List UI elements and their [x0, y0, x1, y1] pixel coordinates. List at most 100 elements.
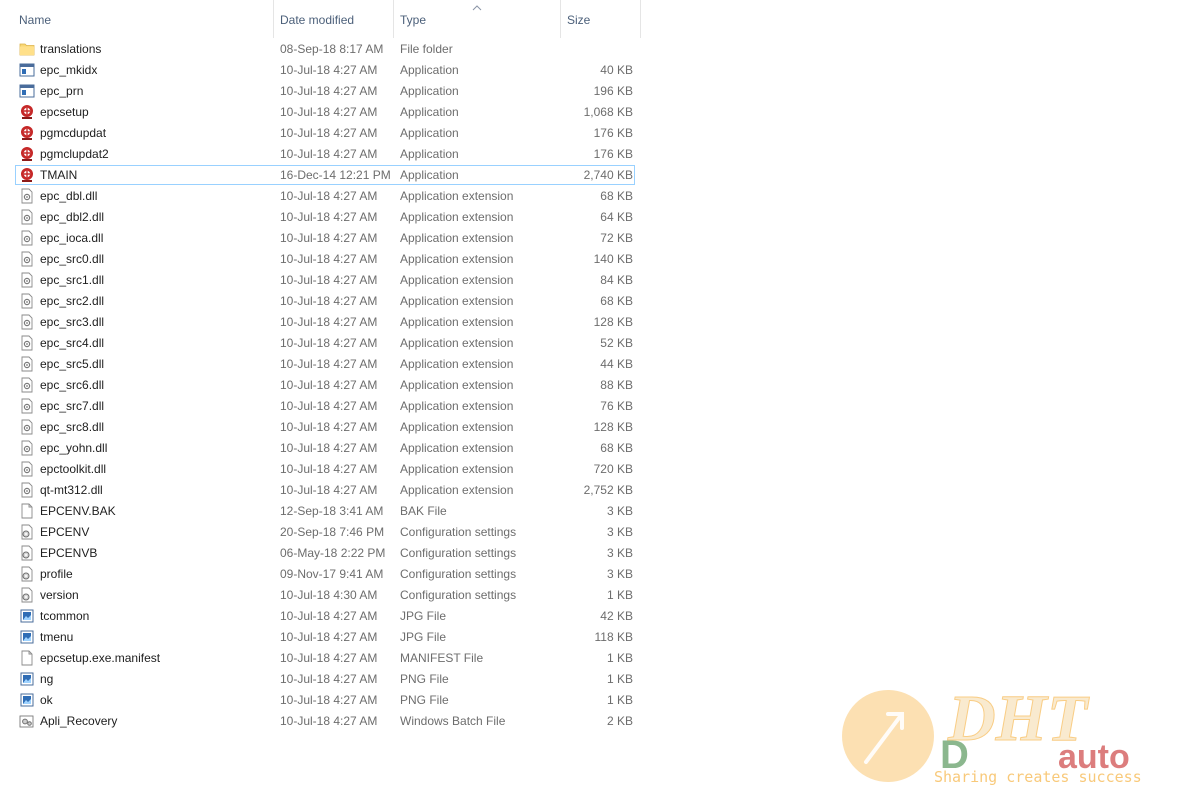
red-app-icon: [19, 123, 37, 144]
file-row[interactable]: Apli_Recovery 10-Jul-18 4:27 AM Windows Ba…: [0, 711, 641, 732]
file-date-modified: 06-May-18 2:22 PM: [280, 546, 386, 560]
config-file-icon: [19, 564, 37, 585]
app-window-icon: [19, 60, 37, 81]
file-type: Application: [400, 168, 459, 182]
file-type: Application extension: [400, 462, 514, 476]
file-row[interactable]: TMAIN 16-Dec-14 12:21 PM Application 2,740 …: [0, 165, 641, 186]
file-row[interactable]: epctoolkit.dll 10-Jul-18 4:27 AM Applicati…: [0, 459, 641, 480]
config-file-icon: [19, 585, 37, 606]
file-row[interactable]: epc_dbl2.dll 10-Jul-18 4:27 AM Application…: [0, 207, 641, 228]
column-header-size[interactable]: Size: [561, 0, 641, 38]
file-name: epc_src0.dll: [40, 252, 105, 266]
dll-icon: [19, 333, 37, 354]
file-row[interactable]: profile 09-Nov-17 9:41 AM Configuration se…: [0, 564, 641, 585]
dll-icon: [19, 312, 37, 333]
file-date-modified: 09-Nov-17 9:41 AM: [280, 567, 384, 581]
dll-icon: [19, 396, 37, 417]
file-row[interactable]: epc_yohn.dll 10-Jul-18 4:27 AM Application…: [0, 438, 641, 459]
file-row[interactable]: EPCENV.BAK 12-Sep-18 3:41 AM BAK File 3 KB: [0, 501, 641, 522]
file-row[interactable]: version 10-Jul-18 4:30 AM Configuration se…: [0, 585, 641, 606]
column-header-date-modified[interactable]: Date modified: [274, 0, 394, 38]
file-size: 68 KB: [600, 189, 633, 203]
file-date-modified: 10-Jul-18 4:30 AM: [280, 588, 378, 602]
dll-icon: [19, 480, 37, 501]
file-row[interactable]: epc_mkidx 10-Jul-18 4:27 AM Application 40 …: [0, 60, 641, 81]
file-type: Application extension: [400, 294, 514, 308]
file-date-modified: 10-Jul-18 4:27 AM: [280, 399, 378, 413]
file-row[interactable]: tmenu 10-Jul-18 4:27 AM JPG File 118 KB: [0, 627, 641, 648]
file-name: epcsetup.exe.manifest: [40, 651, 161, 665]
file-name: TMAIN: [40, 168, 78, 182]
file-type: Application extension: [400, 231, 514, 245]
file-row[interactable]: EPCENVB 06-May-18 2:22 PM Configuration se…: [0, 543, 641, 564]
file-date-modified: 10-Jul-18 4:27 AM: [280, 378, 378, 392]
file-row[interactable]: epc_src5.dll 10-Jul-18 4:27 AM Application…: [0, 354, 641, 375]
file-row[interactable]: epc_src2.dll 10-Jul-18 4:27 AM Application…: [0, 291, 641, 312]
file-size: 3 KB: [606, 504, 633, 518]
file-date-modified: 10-Jul-18 4:27 AM: [280, 210, 378, 224]
file-size: 3 KB: [606, 546, 633, 560]
file-date-modified: 10-Jul-18 4:27 AM: [280, 126, 378, 140]
file-name: Apli_Recovery: [40, 714, 118, 728]
column-header-name[interactable]: Name: [13, 0, 274, 38]
dll-icon: [19, 438, 37, 459]
file-row[interactable]: epc_src4.dll 10-Jul-18 4:27 AM Application…: [0, 333, 641, 354]
column-header-row: Name Date modified Type Size: [0, 0, 641, 38]
file-row[interactable]: epc_src7.dll 10-Jul-18 4:27 AM Application…: [0, 396, 641, 417]
file-row[interactable]: ng 10-Jul-18 4:27 AM PNG File 1 KB: [0, 669, 641, 690]
file-row[interactable]: epc_src0.dll 10-Jul-18 4:27 AM Application…: [0, 249, 641, 270]
sort-ascending-icon: [472, 5, 482, 11]
file-row[interactable]: pgmclupdat2 10-Jul-18 4:27 AM Application 1…: [0, 144, 641, 165]
file-date-modified: 10-Jul-18 4:27 AM: [280, 336, 378, 350]
file-size: 720 KB: [593, 462, 633, 476]
file-row[interactable]: epcsetup.exe.manifest 10-Jul-18 4:27 AM MA…: [0, 648, 641, 669]
file-row[interactable]: epc_src1.dll 10-Jul-18 4:27 AM Application…: [0, 270, 641, 291]
app-window-icon: [19, 81, 37, 102]
file-size: 1 KB: [606, 693, 633, 707]
file-type: Configuration settings: [400, 546, 517, 560]
file-row[interactable]: tcommon 10-Jul-18 4:27 AM JPG File 42 KB: [0, 606, 641, 627]
file-row[interactable]: translations 08-Sep-18 8:17 AM File folder: [0, 39, 641, 60]
file-type: JPG File: [400, 609, 447, 623]
file-date-modified: 10-Jul-18 4:27 AM: [280, 357, 378, 371]
file-row[interactable]: epc_ioca.dll 10-Jul-18 4:27 AM Application…: [0, 228, 641, 249]
file-name: epctoolkit.dll: [40, 462, 107, 476]
file-size: 72 KB: [600, 231, 633, 245]
file-row[interactable]: epc_prn 10-Jul-18 4:27 AM Application 196 K…: [0, 81, 641, 102]
file-row[interactable]: epc_src8.dll 10-Jul-18 4:27 AM Application…: [0, 417, 641, 438]
file-size: 84 KB: [600, 273, 633, 287]
file-name: epc_dbl.dll: [40, 189, 98, 203]
file-type: Application: [400, 126, 459, 140]
file-row[interactable]: epc_src6.dll 10-Jul-18 4:27 AM Application…: [0, 375, 641, 396]
file-size: 68 KB: [600, 294, 633, 308]
file-date-modified: 10-Jul-18 4:27 AM: [280, 483, 378, 497]
file-name: epc_src2.dll: [40, 294, 105, 308]
file-name: translations: [40, 42, 102, 56]
file-row[interactable]: EPCENV 20-Sep-18 7:46 PM Configuration set…: [0, 522, 641, 543]
file-row[interactable]: epc_src3.dll 10-Jul-18 4:27 AM Application…: [0, 312, 641, 333]
file-size: 40 KB: [600, 63, 633, 77]
dll-icon: [19, 207, 37, 228]
file-size: 176 KB: [593, 126, 633, 140]
file-row[interactable]: qt-mt312.dll 10-Jul-18 4:27 AM Application…: [0, 480, 641, 501]
dll-icon: [19, 291, 37, 312]
file-date-modified: 10-Jul-18 4:27 AM: [280, 273, 378, 287]
file-name: ng: [40, 672, 54, 686]
dll-icon: [19, 228, 37, 249]
file-row[interactable]: pgmcdupdat 10-Jul-18 4:27 AM Application 17…: [0, 123, 641, 144]
file-type: PNG File: [400, 693, 449, 707]
file-type: Application extension: [400, 399, 514, 413]
file-type: Application extension: [400, 189, 514, 203]
file-row[interactable]: epcsetup 10-Jul-18 4:27 AM Application 1,06…: [0, 102, 641, 123]
dhtauto-watermark-logo: DHT D auto Sharing creates success: [842, 684, 1142, 786]
file-date-modified: 10-Jul-18 4:27 AM: [280, 672, 378, 686]
file-type: Application extension: [400, 273, 514, 287]
file-row[interactable]: ok 10-Jul-18 4:27 AM PNG File 1 KB: [0, 690, 641, 711]
file-explorer: Name Date modified Type Size translation…: [0, 0, 1188, 788]
file-size: 128 KB: [593, 315, 633, 329]
file-type: MANIFEST File: [400, 651, 484, 665]
dll-icon: [19, 354, 37, 375]
file-name: pgmclupdat2: [40, 147, 109, 161]
folder-icon: [19, 39, 37, 60]
file-row[interactable]: epc_dbl.dll 10-Jul-18 4:27 AM Application …: [0, 186, 641, 207]
